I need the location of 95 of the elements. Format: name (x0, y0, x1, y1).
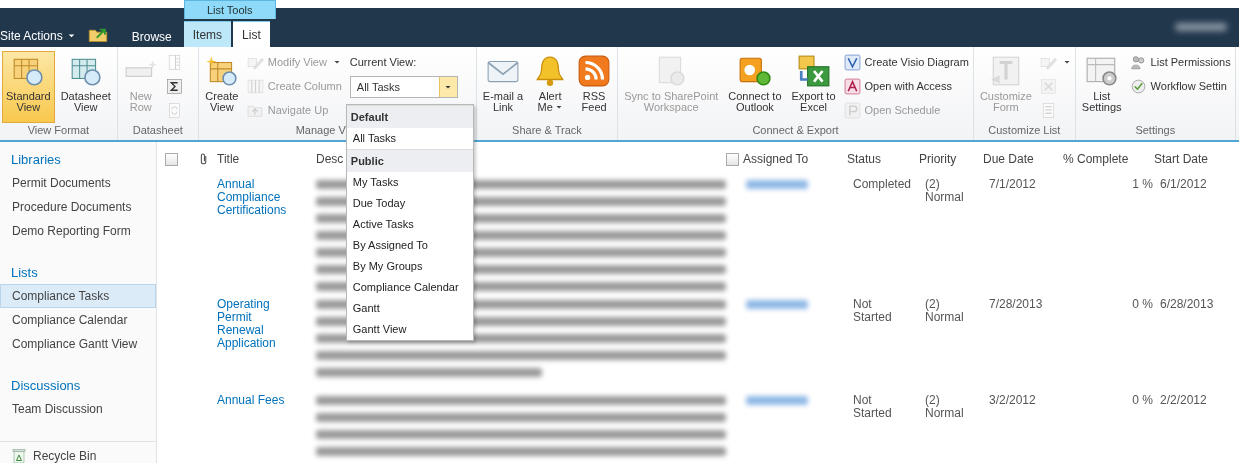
table-cell: 3/2/2012 (989, 394, 1036, 407)
context-group-label: List Tools (183, 0, 276, 19)
check-icon (1129, 77, 1147, 95)
tile-icon (843, 77, 861, 95)
ribbon-button[interactable]: List Settings (1077, 51, 1126, 123)
column-header[interactable]: Desc (316, 152, 344, 166)
ribbon-group-label: Share & Track (512, 124, 582, 136)
view-dropdown[interactable]: All Tasks (349, 76, 458, 98)
title-link[interactable]: Operating Permit Renewal Application (217, 298, 276, 350)
ribbon-button[interactable]: Create View (200, 51, 243, 123)
table-cell: 6/28/2013 (1160, 298, 1214, 311)
ribbon-button[interactable]: Open with Access (843, 77, 969, 95)
column-header[interactable]: % Complete (1063, 152, 1129, 166)
menu-item[interactable]: Gantt (346, 298, 473, 319)
blurred-text (746, 300, 808, 309)
blurred-text (746, 396, 808, 405)
tools-icon (1039, 77, 1057, 95)
ribbon-tab[interactable]: Items (183, 21, 232, 47)
caret-icon (66, 31, 76, 40)
column-header[interactable]: Assigned To (743, 152, 809, 166)
ribbon-group-label: Settings (1135, 124, 1176, 136)
table-cell: 7/1/2012 (989, 178, 1036, 191)
menu-item[interactable]: By My Groups (346, 256, 473, 277)
sidebar-item[interactable]: Procedure Documents (0, 195, 156, 219)
table-cell: 0 % (1132, 394, 1153, 407)
column-header[interactable]: Title (217, 152, 240, 166)
table-cell: 7/28/2013 (989, 298, 1043, 311)
column-header[interactable]: Status (847, 152, 882, 166)
table-cell: 6/1/2012 (1160, 178, 1207, 191)
tile-icon (843, 53, 861, 71)
ribbon-button[interactable]: Standard View (2, 51, 55, 123)
ribbon-group-label: View Format (27, 124, 90, 136)
sidebar-item[interactable]: Compliance Gantt View (0, 332, 156, 356)
ribbon-tab[interactable]: List (233, 21, 270, 47)
ribbon-button[interactable]: Workflow Settin (1129, 77, 1231, 95)
tile-icon (843, 101, 861, 119)
columns-icon (246, 77, 264, 95)
menu-section-header: Default (346, 105, 473, 128)
ribbon-button[interactable]: Connect to Outlook (724, 51, 786, 123)
ribbon-button[interactable]: List Permissions (1129, 53, 1231, 71)
menu-item[interactable]: By Assigned To (346, 235, 473, 256)
sigma-icon (165, 77, 183, 95)
title-link[interactable]: Annual Fees (217, 394, 285, 407)
rss-icon (577, 54, 612, 88)
people-icon (1129, 53, 1147, 71)
sidebar-item[interactable]: Compliance Calendar (0, 308, 156, 332)
ribbon-button[interactable]: Datasheet View (56, 51, 115, 123)
sidebar-item[interactable]: Team Discussion (0, 397, 156, 421)
menu-item[interactable]: Due Today (346, 193, 473, 214)
ribbon-button[interactable] (165, 77, 183, 95)
ribbon-button[interactable]: Export to Excel (787, 51, 840, 123)
ribbon-button[interactable]: Alert Me (529, 51, 572, 123)
ribbon-button[interactable]: E-mail a Link (478, 51, 528, 123)
blurred-text (746, 180, 808, 189)
menu-item[interactable]: Gantt View (346, 319, 473, 340)
checkbox[interactable] (165, 152, 178, 166)
ribbon-group-label: Customize List (988, 124, 1061, 136)
browse-tab[interactable]: Browse (121, 26, 182, 47)
table-icon (204, 54, 239, 88)
blurred-text (1175, 23, 1227, 31)
sidebar-heading[interactable]: Libraries (0, 150, 156, 171)
recycle-bin-link[interactable]: Recycle Bin (0, 441, 156, 463)
sidebar-item[interactable]: Demo Reporting Form (0, 219, 156, 243)
table-cell: (2) Normal (925, 178, 964, 204)
table-cell: Not Started (853, 394, 892, 420)
table-cell: Not Started (853, 298, 892, 324)
spreadsheet-icon (796, 54, 831, 88)
sidebar-heading[interactable]: Discussions (0, 376, 156, 397)
menu-section-header: Public (346, 149, 473, 172)
table-cell: (2) Normal (925, 394, 964, 420)
menu-item[interactable]: Compliance Calendar (346, 277, 473, 298)
ribbon-group-label: Datasheet (132, 124, 183, 136)
sidebar-item[interactable]: Compliance Tasks (0, 284, 156, 308)
sidebar-heading[interactable]: Lists (0, 263, 156, 284)
table-cell: 0 % (1132, 298, 1153, 311)
ribbon-group-label: Connect & Export (752, 124, 839, 136)
current-view-label: Current View: (349, 56, 418, 68)
table-cell: Completed (853, 178, 912, 191)
site-actions-menu[interactable]: Site Actions (0, 25, 76, 46)
menu-item[interactable]: All Tasks (346, 128, 473, 149)
table-cell: 2/2/2012 (1160, 394, 1207, 407)
ribbon-button[interactable]: RSS Feed (573, 51, 616, 123)
menu-item[interactable]: My Tasks (346, 172, 473, 193)
column-header[interactable]: Priority (919, 152, 957, 166)
column-header[interactable]: Start Date (1154, 152, 1209, 166)
column-header[interactable]: Due Date (983, 152, 1034, 166)
ribbon-group-label: Manage V (295, 124, 346, 136)
checkbox[interactable] (726, 152, 739, 166)
table-cell: (2) Normal (925, 298, 964, 324)
sidebar-item[interactable]: Permit Documents (0, 171, 156, 195)
title-link[interactable]: Annual Compliance Certifications (217, 178, 287, 217)
menu-item[interactable]: Active Tasks (346, 214, 473, 235)
ribbon-button[interactable]: Create Visio Diagram (843, 53, 969, 71)
caret-icon (444, 83, 453, 91)
table-cell: 1 % (1132, 178, 1153, 191)
